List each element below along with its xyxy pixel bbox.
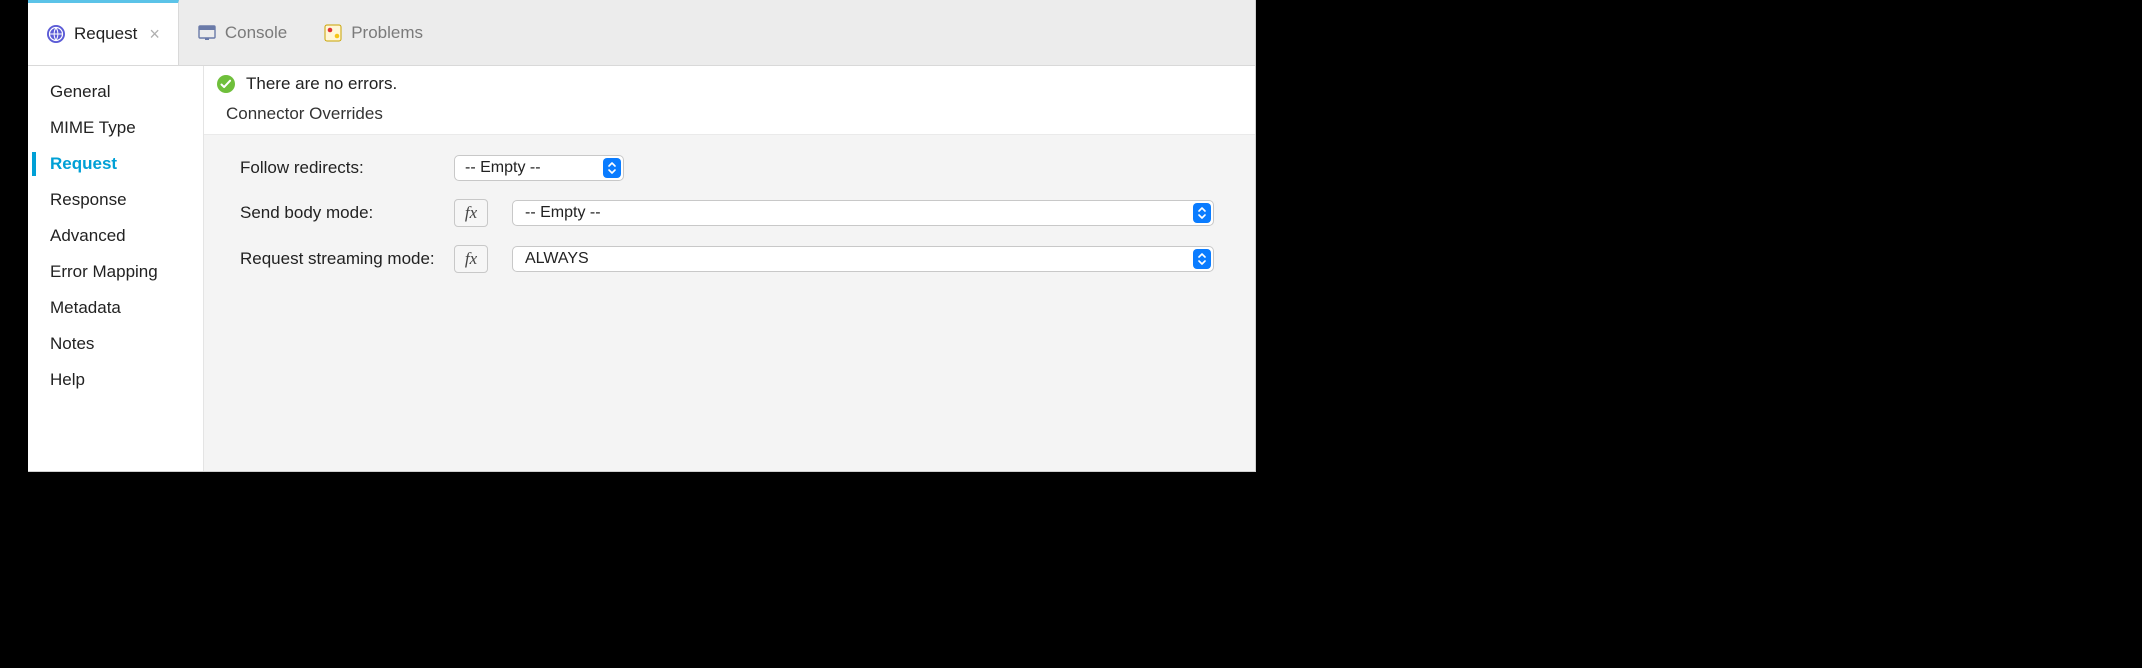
status-message: There are no errors.: [246, 74, 397, 94]
section-title: Connector Overrides: [204, 100, 1255, 134]
sidebar-item-response[interactable]: Response: [28, 182, 203, 218]
label-request-streaming: Request streaming mode:: [240, 249, 454, 269]
tab-problems[interactable]: Problems: [305, 0, 441, 65]
tab-label: Console: [225, 23, 287, 43]
row-request-streaming: Request streaming mode: fx ALWAYS: [240, 245, 1237, 273]
select-value: -- Empty --: [525, 204, 601, 222]
tab-label: Problems: [351, 23, 423, 43]
sidebar-item-advanced[interactable]: Advanced: [28, 218, 203, 254]
tab-request[interactable]: Request ×: [28, 0, 179, 65]
problems-icon: [323, 23, 343, 43]
settings-sidebar: General MIME Type Request Response Advan…: [28, 66, 204, 471]
select-value: ALWAYS: [525, 250, 589, 268]
row-send-body-mode: Send body mode: fx -- Empty --: [240, 199, 1237, 227]
status-bar: There are no errors.: [204, 66, 1255, 100]
tab-console[interactable]: Console: [179, 0, 305, 65]
console-icon: [197, 23, 217, 43]
sidebar-item-general[interactable]: General: [28, 74, 203, 110]
tab-strip: Request × Console Problems: [28, 0, 1255, 66]
select-value: -- Empty --: [465, 159, 541, 177]
content-row: General MIME Type Request Response Advan…: [28, 66, 1255, 471]
form-area: Follow redirects: -- Empty -- Send body …: [204, 134, 1255, 471]
config-panel: Request × Console Problems: [28, 0, 1256, 472]
chevron-up-down-icon: [1193, 249, 1211, 269]
label-follow-redirects: Follow redirects:: [240, 158, 454, 178]
sidebar-item-metadata[interactable]: Metadata: [28, 290, 203, 326]
sidebar-item-help[interactable]: Help: [28, 362, 203, 398]
tab-label: Request: [74, 24, 137, 44]
chevron-up-down-icon: [1193, 203, 1211, 223]
sidebar-item-mime-type[interactable]: MIME Type: [28, 110, 203, 146]
main-pane: There are no errors. Connector Overrides…: [204, 66, 1255, 471]
row-follow-redirects: Follow redirects: -- Empty --: [240, 155, 1237, 181]
follow-redirects-select[interactable]: -- Empty --: [454, 155, 624, 181]
sidebar-item-error-mapping[interactable]: Error Mapping: [28, 254, 203, 290]
sidebar-item-request[interactable]: Request: [28, 146, 203, 182]
request-icon: [46, 24, 66, 44]
check-ok-icon: [216, 74, 236, 94]
fx-button[interactable]: fx: [454, 199, 488, 227]
label-send-body-mode: Send body mode:: [240, 203, 454, 223]
close-icon[interactable]: ×: [149, 25, 160, 43]
chevron-up-down-icon: [603, 158, 621, 178]
send-body-mode-select[interactable]: -- Empty --: [512, 200, 1214, 226]
sidebar-item-notes[interactable]: Notes: [28, 326, 203, 362]
request-streaming-select[interactable]: ALWAYS: [512, 246, 1214, 272]
fx-button[interactable]: fx: [454, 245, 488, 273]
